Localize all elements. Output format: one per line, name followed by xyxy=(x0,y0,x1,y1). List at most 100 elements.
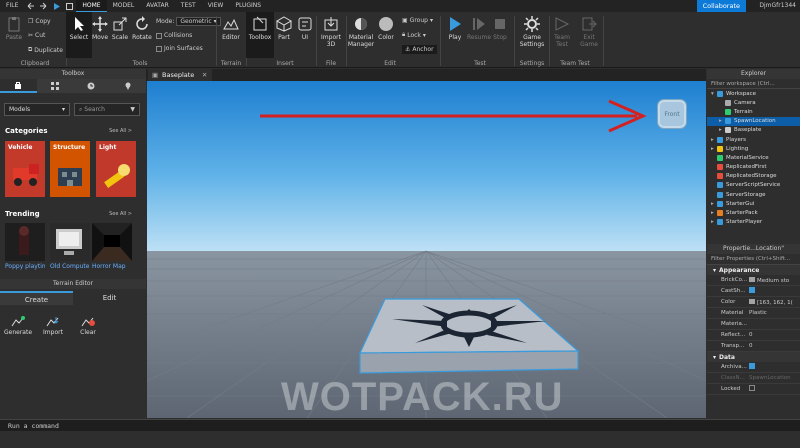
undo-icon[interactable] xyxy=(26,2,35,11)
tab-creations[interactable] xyxy=(110,79,147,93)
view-cube[interactable]: Front xyxy=(657,99,687,129)
import-3d-button[interactable]: Import 3D xyxy=(316,12,346,48)
trending-label[interactable]: Poppy playtime 3 xyxy=(5,263,45,270)
category-vehicle[interactable]: Vehicle xyxy=(5,141,45,197)
explorer-item-players[interactable]: ▸ Players xyxy=(707,135,800,144)
explorer-filter-input[interactable]: Filter workspace (Ctrl... xyxy=(707,79,800,89)
collisions-toggle[interactable]: Collisions xyxy=(156,32,192,39)
data-category[interactable]: ▾ Data xyxy=(707,352,800,362)
trending-see-all[interactable]: See All > xyxy=(109,211,132,217)
property-row[interactable]: Reflect... 0 xyxy=(707,330,800,341)
properties-filter-input[interactable]: Filter Properties (Ctrl+Shift... xyxy=(707,254,800,265)
tab-home[interactable]: HOME xyxy=(76,0,107,12)
checkbox-icon[interactable] xyxy=(749,287,755,293)
explorer-item-lighting[interactable]: ▸ Lighting xyxy=(707,144,800,153)
checkbox-icon[interactable] xyxy=(749,385,755,391)
trending-label[interactable]: Horror Map xyxy=(92,263,126,270)
material-manager-button[interactable]: Material Manager xyxy=(346,12,376,48)
property-row[interactable]: Locked xyxy=(707,384,800,395)
tab-baseplate[interactable]: ▣ Baseplate ✕ xyxy=(148,69,213,81)
mode-dropdown[interactable]: Geometric ▾ xyxy=(176,17,221,26)
category-dropdown[interactable]: Models ▾ xyxy=(4,103,70,116)
collaborate-button[interactable]: Collaborate xyxy=(696,0,746,12)
property-row[interactable]: Archiva... xyxy=(707,362,800,373)
property-row[interactable]: CastSh... xyxy=(707,286,800,297)
import-button[interactable]: Import xyxy=(36,315,70,336)
property-value[interactable]: SpawnLocation xyxy=(745,375,791,381)
property-value[interactable]: Plastic xyxy=(745,310,767,316)
team-test-button[interactable]: Team Test xyxy=(549,12,575,48)
property-value[interactable]: 0 xyxy=(745,332,753,338)
property-row[interactable]: Material Plastic xyxy=(707,308,800,319)
tab-model[interactable]: MODEL xyxy=(107,0,141,12)
explorer-item-terrain[interactable]: Terrain xyxy=(707,107,800,116)
explorer-item-camera[interactable]: Camera xyxy=(707,98,800,107)
exit-game-button[interactable]: Exit Game xyxy=(576,12,602,48)
3d-viewport[interactable]: Front WOTPACK.RU xyxy=(147,81,706,418)
toolbox-search-input[interactable]: ⌕ Search ▼ xyxy=(74,103,140,116)
file-menu[interactable]: FILE xyxy=(0,0,24,12)
rotate-tool[interactable]: Rotate xyxy=(129,12,155,41)
part-button[interactable]: Part xyxy=(273,12,295,41)
explorer-item-starterpack[interactable]: ▸ StarterPack xyxy=(707,208,800,217)
explorer-item-materialservice[interactable]: MaterialService xyxy=(707,153,800,162)
explorer-item-workspace[interactable]: ▾ Workspace xyxy=(707,89,800,98)
property-value[interactable]: [163, 162, 1( xyxy=(745,298,793,306)
categories-see-all[interactable]: See All > xyxy=(109,128,132,134)
tab-avatar[interactable]: AVATAR xyxy=(140,0,175,12)
property-row[interactable]: Materia... xyxy=(707,319,800,330)
category-structure[interactable]: Structure xyxy=(50,141,90,197)
property-value[interactable] xyxy=(745,287,755,295)
tab-edit[interactable]: Edit xyxy=(73,291,146,305)
tab-plugins[interactable]: PLUGINS xyxy=(229,0,267,12)
cut-button[interactable]: ✂ Cut xyxy=(28,32,45,39)
explorer-item-replicatedstorage[interactable]: ReplicatedStorage xyxy=(707,172,800,181)
filter-icon[interactable]: ▼ xyxy=(130,106,135,113)
command-bar-input[interactable]: Run a command xyxy=(0,419,800,431)
property-row[interactable]: Color [163, 162, 1( xyxy=(707,297,800,308)
tab-view[interactable]: VIEW xyxy=(202,0,230,12)
trending-label[interactable]: Old Computer xyxy=(50,263,90,270)
property-value[interactable] xyxy=(745,363,755,371)
explorer-item-startergui[interactable]: ▸ StarterGui xyxy=(707,199,800,208)
explorer-item-spawnlocation[interactable]: ▸ SpawnLocation xyxy=(707,116,800,126)
anchor-button[interactable]: ⚓︎ Anchor xyxy=(402,45,437,54)
generate-button[interactable]: Generate xyxy=(1,315,35,336)
explorer-item-starterplayer[interactable]: ▸ StarterPlayer xyxy=(707,218,800,227)
trending-item[interactable] xyxy=(5,223,45,261)
property-row[interactable]: BrickCo... Medium sto xyxy=(707,275,800,286)
property-row[interactable]: Transp... 0 xyxy=(707,341,800,352)
group-button[interactable]: ▣ Group ▾ xyxy=(402,17,433,24)
terrain-editor-button[interactable]: Editor xyxy=(217,12,245,41)
quick-stop-icon[interactable] xyxy=(65,2,74,11)
property-value[interactable]: 0 xyxy=(745,343,753,349)
paste-button[interactable]: Paste xyxy=(0,12,28,41)
game-settings-button[interactable]: Game Settings xyxy=(516,12,548,48)
join-surfaces-toggle[interactable]: Join Surfaces xyxy=(156,45,203,52)
explorer-item-replicatedfirst[interactable]: ReplicatedFirst xyxy=(707,163,800,172)
toolbox-button[interactable]: Toolbox xyxy=(246,12,274,58)
duplicate-button[interactable]: ⧉ Duplicate xyxy=(28,46,63,54)
trending-item[interactable] xyxy=(50,223,90,261)
close-icon[interactable]: ✕ xyxy=(202,69,207,81)
color-button[interactable]: Color xyxy=(374,12,398,41)
explorer-item-serverscriptservice[interactable]: ServerScriptService xyxy=(707,181,800,190)
tab-marketplace[interactable] xyxy=(0,79,37,93)
tab-recent[interactable] xyxy=(73,79,110,93)
appearance-category[interactable]: ▾ Appearance xyxy=(707,265,800,275)
tab-create[interactable]: Create xyxy=(0,291,73,305)
category-light[interactable]: Light xyxy=(96,141,136,197)
property-row[interactable]: ClassN... SpawnLocation xyxy=(707,373,800,384)
quick-play-icon[interactable] xyxy=(52,2,61,11)
stop-button[interactable]: Stop xyxy=(487,12,513,41)
copy-button[interactable]: ❐ Copy xyxy=(28,18,51,25)
tab-test[interactable]: TEST xyxy=(175,0,202,12)
trending-item[interactable] xyxy=(92,223,132,261)
ui-button[interactable]: UI xyxy=(294,12,316,41)
property-value[interactable] xyxy=(745,385,755,393)
property-value[interactable]: Medium sto xyxy=(745,276,789,284)
explorer-item-baseplate[interactable]: ▸ Baseplate xyxy=(707,126,800,135)
lock-button[interactable]: 🔒︎ Lock ▾ xyxy=(402,31,426,39)
clear-button[interactable]: Clear xyxy=(71,315,105,336)
redo-icon[interactable] xyxy=(39,2,48,11)
